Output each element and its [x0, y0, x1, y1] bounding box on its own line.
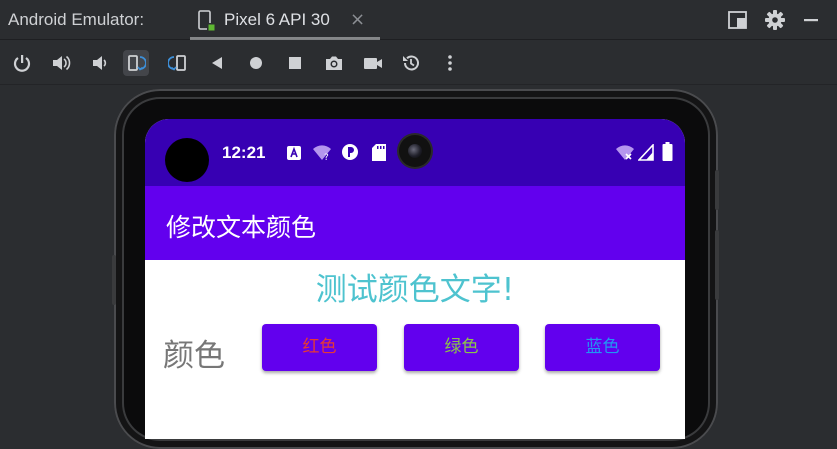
front-camera-cutout: [165, 138, 209, 182]
blue-button[interactable]: 蓝色: [545, 324, 660, 371]
color-label: 颜色: [163, 338, 225, 374]
app-action-bar: 修改文本颜色: [145, 186, 685, 260]
emulator-title-bar: Android Emulator: Pixel 6 API 30 ×: [0, 0, 837, 40]
device-side-button: [715, 170, 719, 210]
tab-label: Pixel 6 API 30: [224, 10, 330, 29]
device-screen[interactable]: 12:21 ? 修改文本颜色 测试颜色文字! 颜色 红色 绿色 蓝色: [145, 119, 685, 439]
volume-down-icon[interactable]: [87, 50, 113, 76]
device-side-button: [112, 255, 116, 305]
active-tab-indicator: [190, 37, 380, 40]
activity-content: 测试颜色文字! 颜色 红色 绿色 蓝色: [145, 260, 685, 439]
svg-text:?: ?: [324, 153, 329, 161]
window-layout-icon[interactable]: [727, 9, 749, 31]
tab-close-icon[interactable]: ×: [350, 9, 365, 31]
status-clock: 12:21: [222, 143, 266, 162]
sd-card-icon: [372, 144, 386, 161]
more-options-icon[interactable]: [437, 50, 463, 76]
sample-colored-text: 测试颜色文字!: [315, 272, 515, 308]
app-title: 修改文本颜色: [166, 213, 317, 242]
battery-icon: [662, 142, 673, 161]
wifi-question-icon: ?: [313, 145, 331, 161]
home-icon[interactable]: [243, 50, 269, 76]
power-icon[interactable]: [9, 50, 35, 76]
cell-signal-icon: [638, 144, 654, 161]
emulator-toolbar: [0, 41, 837, 85]
camera-lens: [408, 144, 422, 158]
camera-screenshot-icon[interactable]: [321, 50, 347, 76]
rotate-right-icon[interactable]: [165, 50, 191, 76]
screen-record-icon[interactable]: [360, 50, 386, 76]
volume-up-icon[interactable]: [48, 50, 74, 76]
rotate-left-icon[interactable]: [123, 50, 149, 76]
overview-icon[interactable]: [282, 50, 308, 76]
back-icon[interactable]: [204, 50, 230, 76]
data-saver-icon: [342, 144, 358, 160]
minimize-icon[interactable]: [800, 9, 822, 31]
wifi-x-icon: [616, 145, 634, 160]
android-status-bar: 12:21 ?: [145, 119, 685, 186]
notification-a-icon: [287, 146, 301, 160]
device-side-button: [715, 230, 719, 300]
gear-icon[interactable]: [764, 9, 786, 31]
snapshot-history-icon[interactable]: [398, 50, 424, 76]
green-button[interactable]: 绿色: [404, 324, 519, 371]
device-icon: [198, 10, 215, 31]
red-button[interactable]: 红色: [262, 324, 377, 371]
tab-pixel-6-api-30[interactable]: Pixel 6 API 30 ×: [190, 0, 380, 40]
tool-window-title: Android Emulator:: [8, 10, 145, 29]
camera-overlay: [399, 135, 431, 167]
